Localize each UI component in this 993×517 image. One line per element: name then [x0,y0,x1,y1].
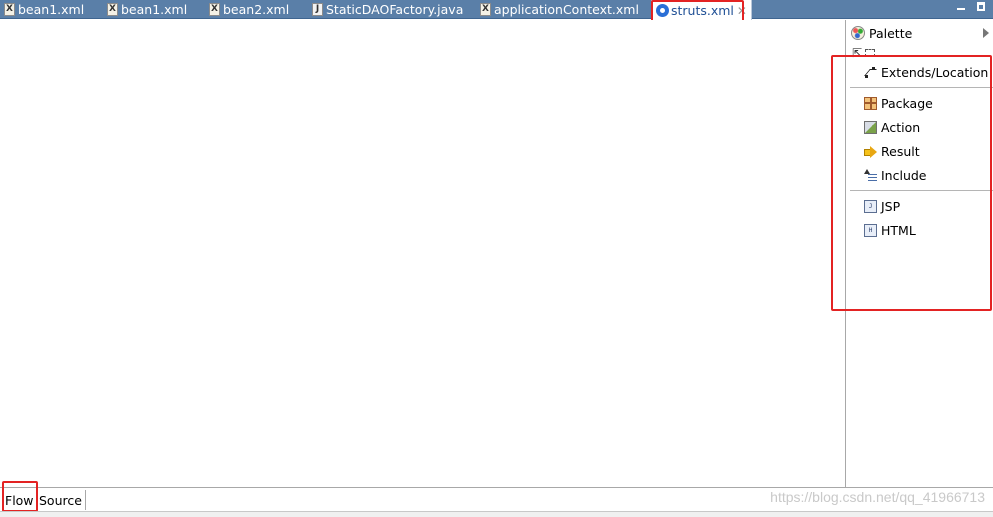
palette-header[interactable]: Palette [846,20,993,46]
palette-panel: Palette ⇱ Extends/Location Package Actio… [845,20,993,487]
tab-label: Flow [5,492,34,508]
package-icon [864,96,877,110]
tab-staticdaofactory-java[interactable]: J StaticDAOFactory.java [312,0,463,19]
palette-icon [851,26,865,40]
palette-item-package[interactable]: Package [846,91,993,115]
html-file-icon: H [864,223,877,237]
palette-separator [850,87,993,88]
select-arrow-icon[interactable]: ⇱ [852,47,862,59]
maximize-icon[interactable] [977,2,985,11]
close-icon[interactable]: ✕ [737,4,747,18]
marquee-select-icon[interactable] [865,49,876,57]
palette-item-jsp[interactable]: J JSP [846,194,993,218]
palette-item-label: HTML [881,222,916,238]
tab-label: struts.xml [671,3,734,18]
palette-title: Palette [869,25,913,41]
palette-item-include[interactable]: Include [846,163,993,187]
tab-source[interactable]: Source [36,490,86,510]
include-icon [864,168,877,182]
result-arrow-icon [864,145,877,158]
tab-flow[interactable]: Flow [2,490,37,510]
xml-file-icon: X [4,3,15,16]
palette-item-label: JSP [881,198,901,214]
palette-item-label: Action [881,119,921,135]
extends-location-icon [864,66,877,79]
action-icon [864,120,877,134]
jsp-file-icon: J [864,199,877,213]
window-controls [957,2,985,11]
java-file-icon: J [312,3,323,16]
tab-bean1-xml-2[interactable]: X bean1.xml [107,0,187,19]
palette-item-extends-location[interactable]: Extends/Location [846,60,993,84]
tab-struts-xml[interactable]: struts.xml ✕ [651,0,752,21]
editor-tab-bar: X bean1.xml X bean1.xml X bean2.xml J St… [0,0,993,21]
palette-tools: ⇱ [846,46,993,60]
status-strip [0,511,993,517]
watermark-text: https://blog.csdn.net/qq_41966713 [770,489,985,505]
xml-file-icon: X [209,3,220,16]
xml-file-icon: X [480,3,491,16]
tab-label: bean2.xml [223,2,290,17]
tab-label: bean1.xml [18,2,85,17]
tab-applicationcontext-xml[interactable]: X applicationContext.xml [480,0,639,19]
palette-item-result[interactable]: Result [846,139,993,163]
tab-bean1-xml[interactable]: X bean1.xml [4,0,84,19]
palette-item-html[interactable]: H HTML [846,218,993,242]
xml-file-icon: X [107,3,118,16]
tab-label: bean1.xml [121,2,188,17]
palette-item-action[interactable]: Action [846,115,993,139]
minimize-icon[interactable] [957,7,965,10]
flow-canvas[interactable] [0,20,845,487]
palette-item-label: Result [881,143,920,159]
palette-item-label: Extends/Location [881,64,989,80]
tab-label: StaticDAOFactory.java [326,2,464,17]
struts-config-icon [656,4,669,17]
palette-item-label: Package [881,95,933,111]
tab-label: applicationContext.xml [494,2,639,17]
tab-bean2-xml[interactable]: X bean2.xml [209,0,289,19]
palette-item-label: Include [881,167,927,183]
collapse-arrow-icon[interactable] [983,28,989,38]
palette-separator [850,190,993,191]
tab-label: Source [39,492,82,508]
